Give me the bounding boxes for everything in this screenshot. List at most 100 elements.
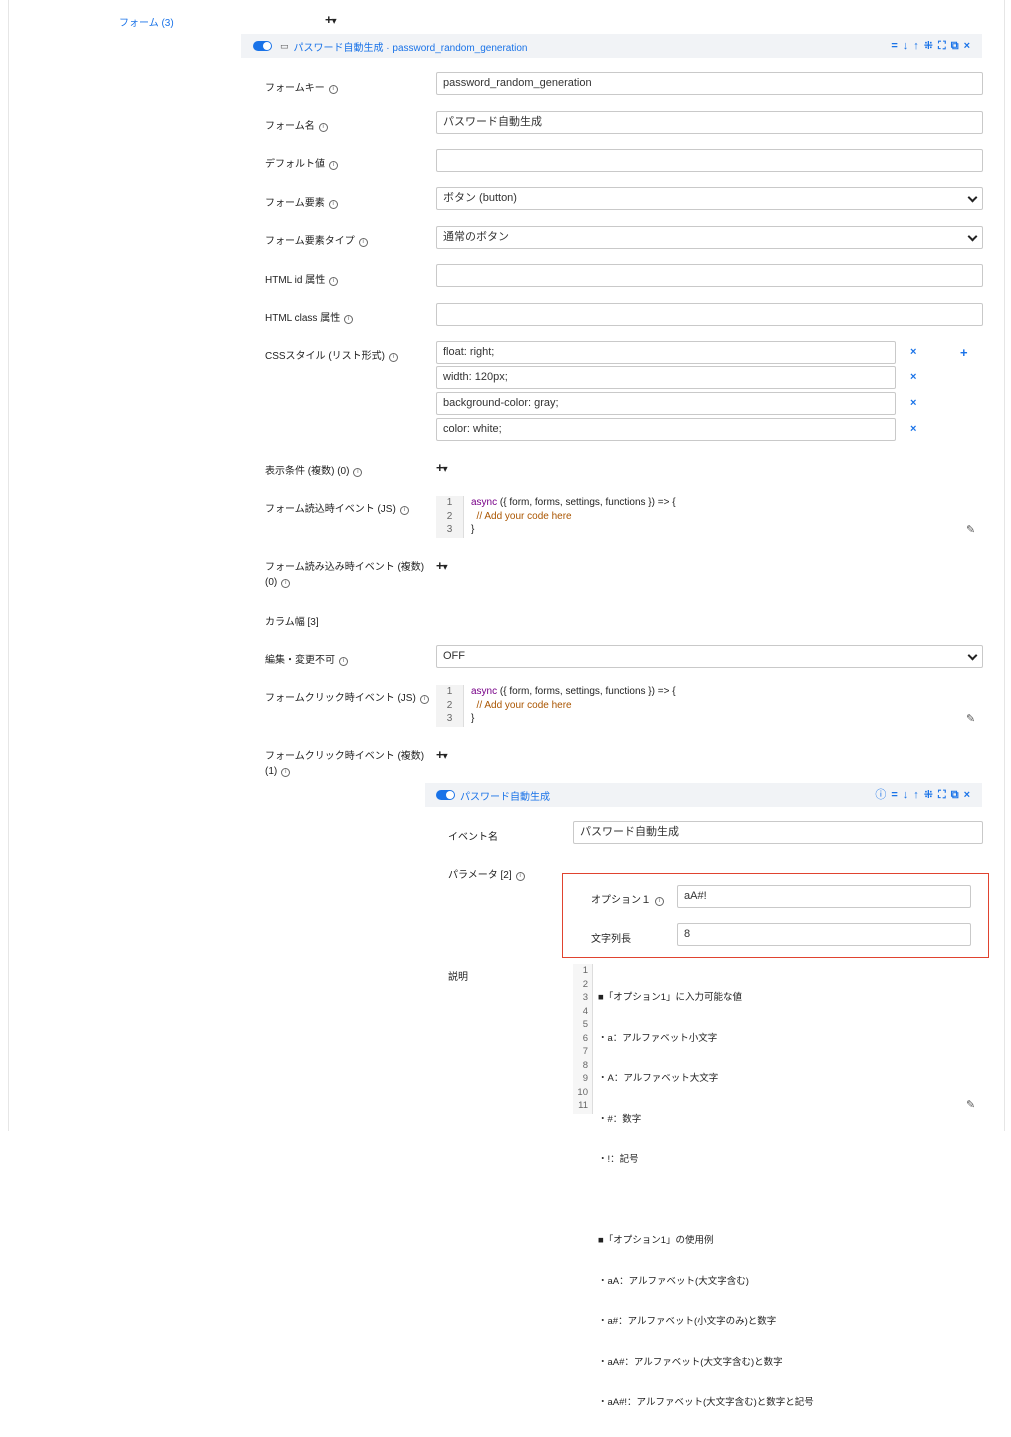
info-icon: i bbox=[399, 506, 409, 515]
line-number: 7 bbox=[582, 1046, 588, 1057]
string-length-label: 文字列長 bbox=[591, 934, 631, 945]
move-down-icon[interactable]: ↓ bbox=[903, 788, 909, 802]
line-number: 5 bbox=[582, 1019, 588, 1030]
line-number: 6 bbox=[582, 1032, 588, 1044]
form-element-select[interactable]: ボタン (button) bbox=[436, 187, 983, 210]
click-event-code-editor[interactable]: 1 2 3 async ({ form, forms, settings, fu… bbox=[436, 685, 981, 727]
column-width-link[interactable]: カラム幅 [3] bbox=[265, 613, 319, 628]
move-up-icon[interactable]: ↑ bbox=[913, 39, 919, 53]
css-style-label: CSSスタイル (リスト形式) i bbox=[265, 347, 398, 362]
remove-css-icon[interactable]: × bbox=[910, 423, 916, 435]
code-line: // Add your code here bbox=[471, 699, 572, 711]
description-line: ・#：数字 bbox=[598, 1113, 642, 1125]
form-element-type-select[interactable]: 通常のボタン bbox=[436, 226, 983, 249]
description-line: ・A：アルファベット大文字 bbox=[598, 1073, 719, 1084]
load-events-link[interactable]: フォーム読み込み時イベント (複数) (0) i bbox=[265, 560, 424, 590]
description-line: ・a：アルファベット小文字 bbox=[598, 1032, 718, 1044]
css-style-input[interactable]: float: right; bbox=[436, 341, 896, 364]
code-line: async ({ form, forms, settings, function… bbox=[471, 686, 676, 697]
option1-input[interactable]: aA#! bbox=[677, 885, 971, 908]
form-enable-toggle[interactable] bbox=[253, 41, 272, 51]
string-length-input[interactable]: 8 bbox=[677, 923, 971, 946]
load-event-code-editor[interactable]: 1 2 3 async ({ form, forms, settings, fu… bbox=[436, 496, 981, 538]
parameters-link[interactable]: パラメータ [2] i bbox=[448, 866, 525, 881]
code-line: // Add your code here bbox=[471, 510, 572, 522]
expand-icon[interactable]: ⛶ bbox=[938, 788, 946, 802]
info-icon: i bbox=[281, 768, 291, 777]
option1-label: オプション１ i bbox=[591, 891, 664, 906]
line-number: 2 bbox=[446, 699, 453, 711]
add-form-button[interactable]: +▾ bbox=[325, 12, 337, 27]
line-number: 3 bbox=[582, 992, 588, 1003]
description-label: 説明 bbox=[448, 972, 468, 983]
add-condition-button[interactable]: +▾ bbox=[436, 460, 448, 475]
move-down-icon[interactable]: ↓ bbox=[903, 39, 909, 53]
form-name-input[interactable]: パスワード自動生成 bbox=[436, 111, 983, 134]
line-number: 3 bbox=[446, 524, 453, 535]
drag-handle-icon[interactable]: = bbox=[891, 39, 897, 53]
code-line: async ({ form, forms, settings, function… bbox=[471, 497, 676, 508]
add-click-event-button[interactable]: +▾ bbox=[436, 747, 448, 762]
html-class-label: HTML class 属性 i bbox=[265, 309, 354, 324]
line-number: 9 bbox=[582, 1073, 588, 1084]
info-icon: i bbox=[318, 123, 328, 132]
css-style-input[interactable]: background-color: gray; bbox=[436, 392, 896, 415]
event-header-title: パスワード自動生成 bbox=[460, 791, 550, 803]
remove-css-icon[interactable]: × bbox=[910, 397, 916, 409]
default-value-input[interactable] bbox=[436, 149, 983, 172]
add-css-icon[interactable]: + bbox=[960, 345, 968, 360]
html-class-input[interactable] bbox=[436, 303, 983, 326]
remove-css-icon[interactable]: × bbox=[910, 346, 916, 358]
form-key-input[interactable]: password_random_generation bbox=[436, 72, 983, 95]
event-name-input[interactable]: パスワード自動生成 bbox=[573, 821, 983, 844]
line-number: 1 bbox=[582, 965, 588, 976]
right-border bbox=[1004, 0, 1005, 1131]
info-icon: i bbox=[353, 468, 363, 477]
css-style-input[interactable]: width: 120px; bbox=[436, 366, 896, 389]
form-key-label: フォームキー i bbox=[265, 79, 338, 94]
css-style-input[interactable]: color: white; bbox=[436, 418, 896, 441]
info-icon: i bbox=[389, 353, 398, 362]
code-line: } bbox=[471, 713, 475, 724]
copy-icon[interactable]: ⧉ bbox=[951, 788, 959, 802]
button-type-icon: ▭ bbox=[280, 40, 289, 51]
copy-icon[interactable]: ⧉ bbox=[951, 39, 959, 53]
forms-link[interactable]: フォーム (3) bbox=[119, 14, 174, 29]
info-icon: i bbox=[328, 85, 338, 94]
edit-pencil-icon[interactable]: ✎ bbox=[966, 712, 975, 725]
info-icon: i bbox=[655, 897, 664, 906]
html-id-input[interactable] bbox=[436, 264, 983, 287]
close-icon[interactable]: × bbox=[964, 788, 970, 802]
description-line bbox=[598, 1194, 814, 1208]
form-name-label: フォーム名 i bbox=[265, 117, 328, 132]
readonly-select[interactable]: OFF bbox=[436, 645, 983, 668]
line-number: 11 bbox=[578, 1100, 588, 1111]
click-events-link[interactable]: フォームクリック時イベント (複数) (1) i bbox=[265, 749, 424, 779]
event-name-label: イベント名 bbox=[448, 832, 498, 843]
info-icon: i bbox=[419, 695, 429, 704]
remove-css-icon[interactable]: × bbox=[910, 371, 916, 383]
html-id-label: HTML id 属性 i bbox=[265, 271, 339, 286]
description-editor[interactable]: 1 2 3 4 5 6 7 8 9 10 11 ■「オプション1」に入力可能な値… bbox=[573, 964, 983, 1408]
edit-pencil-icon[interactable]: ✎ bbox=[966, 1098, 975, 1111]
add-load-event-button[interactable]: +▾ bbox=[436, 558, 448, 573]
line-number: 10 bbox=[577, 1086, 588, 1098]
info-icon: i bbox=[344, 315, 354, 324]
expand-icon[interactable]: ⛶ bbox=[938, 39, 946, 53]
drag-handle-icon[interactable]: = bbox=[891, 788, 897, 802]
info-icon: i bbox=[329, 161, 338, 170]
display-conditions-link[interactable]: 表示条件 (複数) (0) i bbox=[265, 462, 363, 477]
info-icon[interactable]: ⓘ bbox=[875, 788, 886, 802]
close-icon[interactable]: × bbox=[964, 39, 970, 53]
description-line: ・aA#!：アルファベット(大文字含む)と数字と記号 bbox=[598, 1397, 814, 1408]
event-enable-toggle[interactable] bbox=[436, 790, 455, 800]
collapse-icon[interactable]: ⁜ bbox=[924, 788, 933, 802]
collapse-icon[interactable]: ⁜ bbox=[924, 39, 933, 53]
load-event-js-label: フォーム読込時イベント (JS) i bbox=[265, 500, 409, 515]
info-icon: i bbox=[329, 277, 339, 286]
description-line: ■「オプション1」に入力可能な値 bbox=[598, 992, 743, 1003]
line-number: 8 bbox=[582, 1059, 588, 1071]
move-up-icon[interactable]: ↑ bbox=[913, 788, 919, 802]
edit-pencil-icon[interactable]: ✎ bbox=[966, 523, 975, 536]
line-number: 4 bbox=[582, 1005, 588, 1017]
